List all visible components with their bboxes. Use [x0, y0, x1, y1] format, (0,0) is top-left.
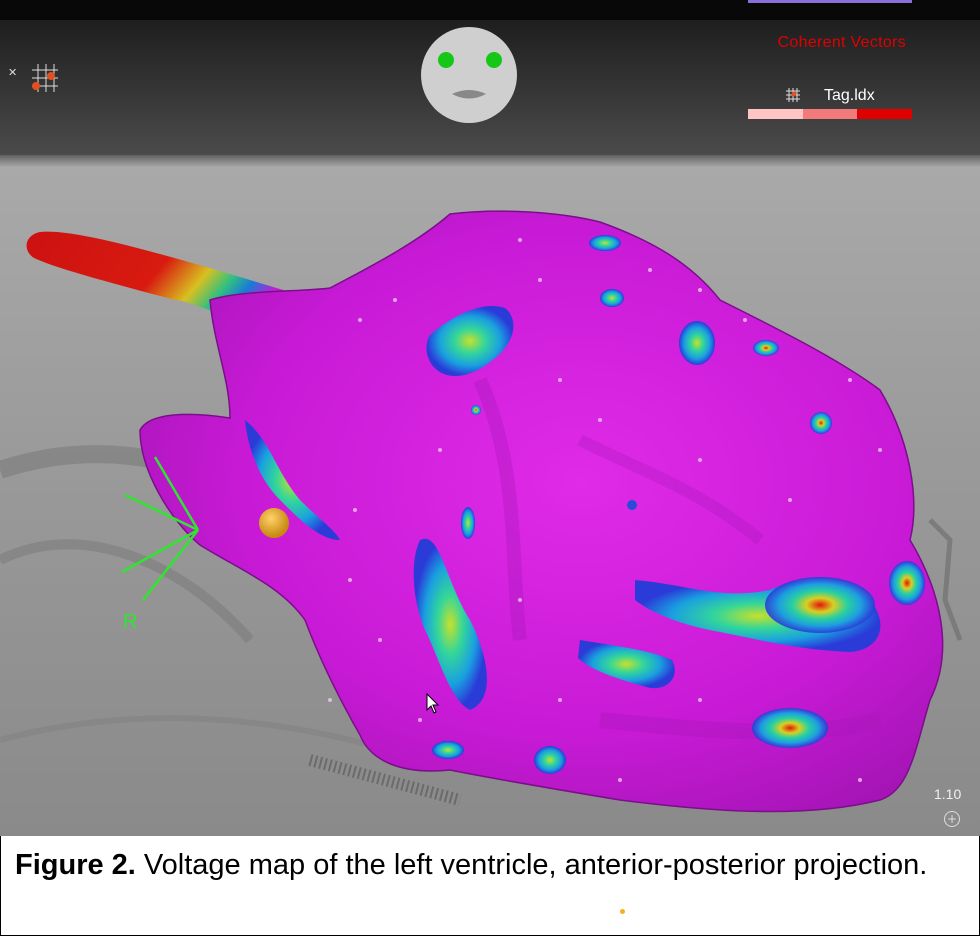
tag-scale-swatch-low — [748, 109, 803, 119]
stray-dot — [620, 909, 625, 914]
voltage-map-render[interactable] — [0, 0, 980, 836]
close-icon[interactable]: ✕ — [8, 66, 17, 79]
figure-caption: Figure 2. Voltage map of the left ventri… — [0, 836, 980, 936]
coherent-vectors-label: Coherent Vectors — [777, 34, 906, 51]
tag-index-label: Tag.ldx — [824, 87, 875, 104]
tag-grid-icon[interactable] — [784, 86, 802, 104]
zoom-level: 1.10 — [934, 786, 962, 802]
tag-color-scale — [748, 109, 913, 119]
figure-caption-text: Voltage map of the left ventricle, anter… — [135, 849, 928, 881]
catheter-tip-marker — [259, 508, 289, 538]
zoom-icon[interactable]: + — [944, 811, 960, 827]
mapping-viewer[interactable]: ✕ Coherent Vectors Tag.ldx R 1.10 + — [0, 0, 980, 836]
orientation-label: R — [123, 611, 138, 633]
figure-label: Figure 2. — [15, 849, 136, 881]
tag-scale-swatch-mid — [802, 109, 858, 119]
tag-scale-swatch-high — [857, 109, 913, 119]
head-orientation-icon — [421, 27, 517, 123]
